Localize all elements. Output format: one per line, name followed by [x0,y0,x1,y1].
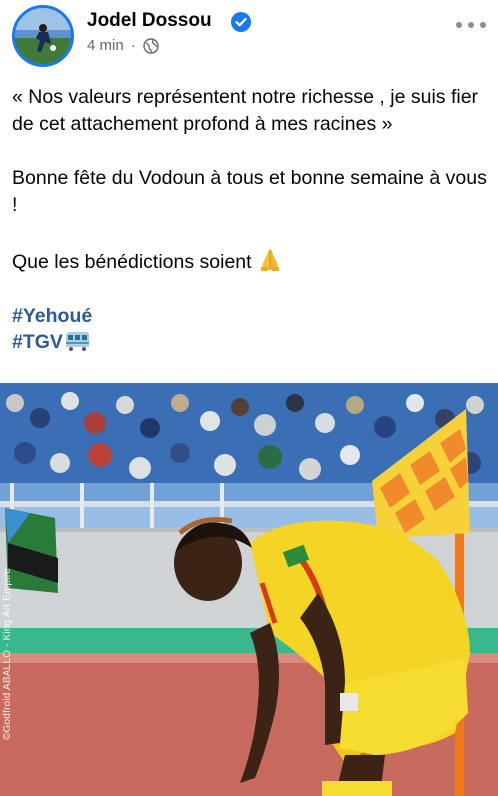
meta-separator: · [130,37,136,54]
post-time[interactable]: 4 min [87,37,124,54]
hashtag-text[interactable]: #TGV [12,331,63,353]
post-photo[interactable] [0,383,498,796]
folded-hands-emoji [261,249,279,271]
post-meta: 4 min · [87,37,159,54]
post-body: « Nos valeurs représentent notre richess… [12,84,490,355]
verified-badge-icon [231,12,251,32]
author-name[interactable]: Jodel Dossou [87,10,212,32]
post-paragraph: « Nos valeurs représentent notre richess… [12,86,479,135]
player-photo [0,383,498,796]
hashtag-link[interactable]: #TGV [12,329,490,355]
post-paragraph: Bonne fête du Vodoun à tous et bonne sem… [12,167,487,216]
photo-watermark: ©Godfroid ABALLO - King Art Empire [2,567,13,740]
avatar[interactable] [12,5,74,67]
post-paragraph-text: Que les bénédictions soient [12,251,252,273]
globe-icon[interactable] [142,37,159,54]
hashtag-link[interactable]: #Yehoué [12,303,490,329]
more-options-icon[interactable] [456,18,486,32]
post-paragraph: Que les bénédictions soient [12,246,490,276]
hashtags: #Yehoué #TGV [12,303,490,355]
train-emoji [65,332,89,351]
post-header: Jodel Dossou 4 min · [0,0,498,70]
